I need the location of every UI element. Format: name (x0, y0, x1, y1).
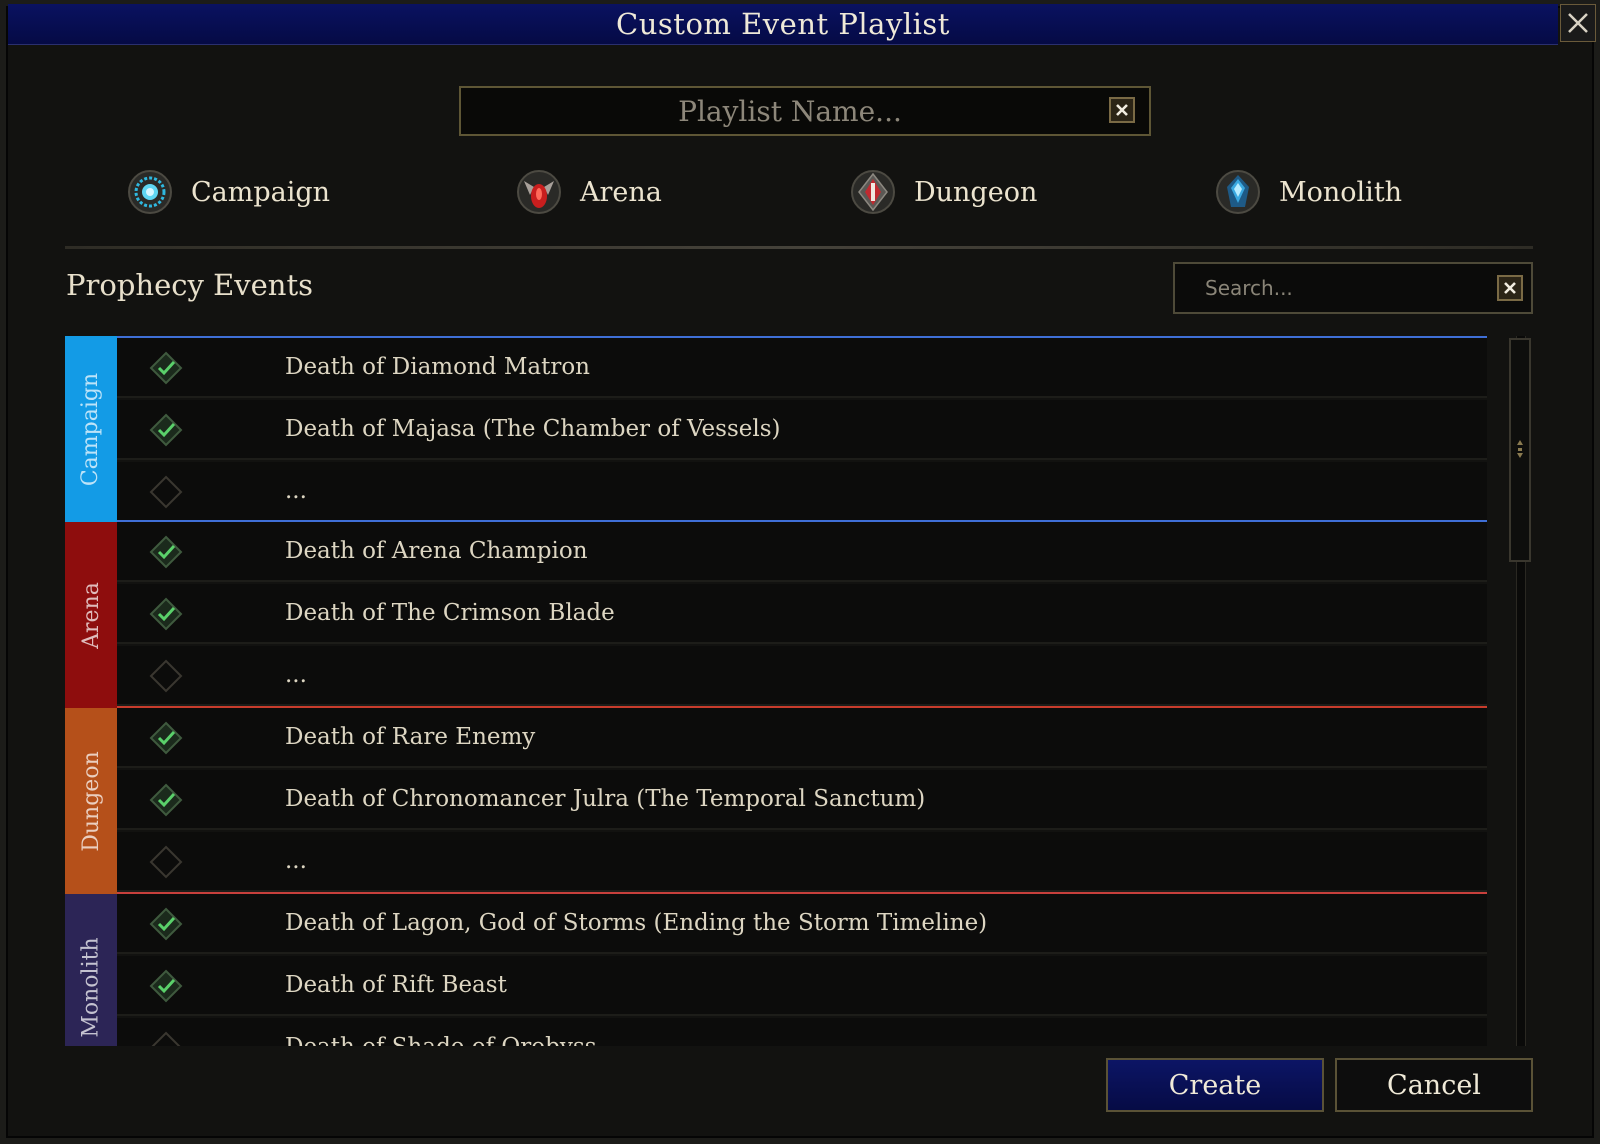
event-row[interactable]: Death of Arena Champion (117, 522, 1487, 582)
unchecked-diamond-icon (151, 1031, 181, 1046)
event-name: ... (285, 662, 307, 688)
monolith-emblem-icon (1216, 170, 1260, 214)
event-name: Death of Shade of Orobyss (285, 1034, 596, 1046)
type-tab-dungeon[interactable]: Dungeon (850, 166, 1037, 218)
clear-playlist-name-button[interactable] (1109, 97, 1135, 123)
type-tab-label: Monolith (1279, 176, 1403, 208)
section-title: Prophecy Events (66, 268, 314, 302)
event-group-monolith: Monolith Death of Lagon, God of Storms (… (65, 894, 1487, 1046)
event-name: Death of Chronomancer Julra (The Tempora… (285, 786, 926, 812)
close-icon (1568, 13, 1588, 33)
checked-diamond-icon (149, 535, 183, 569)
type-tab-monolith[interactable]: Monolith (1215, 166, 1402, 218)
event-row[interactable]: ... (117, 832, 1487, 892)
type-tab-label: Dungeon (914, 176, 1038, 208)
dungeon-emblem-icon (851, 170, 895, 214)
unchecked-diamond-icon (149, 845, 183, 879)
event-name: Death of Arena Champion (285, 538, 588, 564)
event-list: Campaign Death of Diamond Matron Death o… (65, 336, 1487, 1046)
event-row[interactable]: Death of Chronomancer Julra (The Tempora… (117, 770, 1487, 830)
clear-icon (1504, 282, 1516, 294)
type-tab-label: Arena (580, 176, 662, 208)
playlist-name-box (459, 86, 1151, 136)
event-row[interactable]: Death of The Crimson Blade (117, 584, 1487, 644)
scrollbar-thumb[interactable] (1509, 338, 1531, 562)
cancel-button[interactable]: Cancel (1335, 1058, 1533, 1112)
event-name: Death of The Crimson Blade (285, 600, 615, 626)
unchecked-diamond-icon (149, 659, 183, 693)
checked-diamond-icon (149, 721, 183, 755)
checked-diamond-icon (149, 413, 183, 447)
search-box (1173, 262, 1533, 314)
arena-emblem-icon (517, 170, 561, 214)
event-row[interactable]: ... (117, 462, 1487, 522)
event-name: Death of Diamond Matron (285, 354, 590, 380)
group-label-dungeon: Dungeon (65, 708, 117, 894)
checked-diamond-icon (149, 907, 183, 941)
group-label-arena: Arena (65, 522, 117, 708)
event-row[interactable]: Death of Lagon, God of Storms (Ending th… (117, 894, 1487, 954)
title-bar: Custom Event Playlist (8, 4, 1558, 45)
type-tab-label: Campaign (191, 176, 331, 208)
checked-diamond-icon (149, 351, 183, 385)
event-group-dungeon: Dungeon Death of Rare Enemy Death of Chr… (65, 708, 1487, 894)
event-group-arena: Arena Death of Arena Champion Death of T… (65, 522, 1487, 708)
event-row[interactable]: Death of Majasa (The Chamber of Vessels) (117, 400, 1487, 460)
group-rows: Death of Diamond Matron Death of Majasa … (117, 336, 1487, 522)
checked-diamond-icon (149, 597, 183, 631)
custom-event-playlist-dialog: Custom Event Playlist Campaign (0, 0, 1600, 1144)
event-row[interactable]: Death of Rift Beast (117, 956, 1487, 1016)
event-name: ... (285, 478, 307, 504)
campaign-emblem-icon (128, 170, 172, 214)
checked-diamond-icon (149, 969, 183, 1003)
section-divider (65, 246, 1533, 249)
window-title: Custom Event Playlist (616, 7, 950, 41)
event-row[interactable]: Death of Shade of Orobyss (117, 1018, 1487, 1046)
event-name: Death of Majasa (The Chamber of Vessels) (285, 416, 781, 442)
unchecked-diamond-icon (149, 475, 183, 509)
checked-diamond-icon (149, 783, 183, 817)
type-tab-campaign[interactable]: Campaign (127, 166, 330, 218)
event-group-campaign: Campaign Death of Diamond Matron Death o… (65, 336, 1487, 522)
event-name: Death of Rare Enemy (285, 724, 536, 750)
group-rows: Death of Lagon, God of Storms (Ending th… (117, 894, 1487, 1046)
group-rows: Death of Arena Champion Death of The Cri… (117, 522, 1487, 708)
close-button[interactable] (1560, 4, 1596, 42)
event-row[interactable]: Death of Rare Enemy (117, 708, 1487, 768)
event-row[interactable]: ... (117, 646, 1487, 706)
event-name: Death of Rift Beast (285, 972, 507, 998)
group-rows: Death of Rare Enemy Death of Chronomance… (117, 708, 1487, 894)
playlist-name-input[interactable] (461, 88, 1091, 134)
search-input[interactable] (1175, 264, 1485, 312)
group-label-monolith: Monolith (65, 894, 117, 1046)
group-label-campaign: Campaign (65, 336, 117, 522)
clear-icon (1116, 104, 1128, 116)
clear-search-button[interactable] (1497, 275, 1523, 301)
event-row[interactable]: Death of Diamond Matron (117, 338, 1487, 398)
event-name: ... (285, 848, 307, 874)
create-button[interactable]: Create (1106, 1058, 1324, 1112)
type-tab-arena[interactable]: Arena (516, 166, 662, 218)
event-name: Death of Lagon, God of Storms (Ending th… (285, 910, 988, 936)
grip-icon (1517, 440, 1523, 458)
